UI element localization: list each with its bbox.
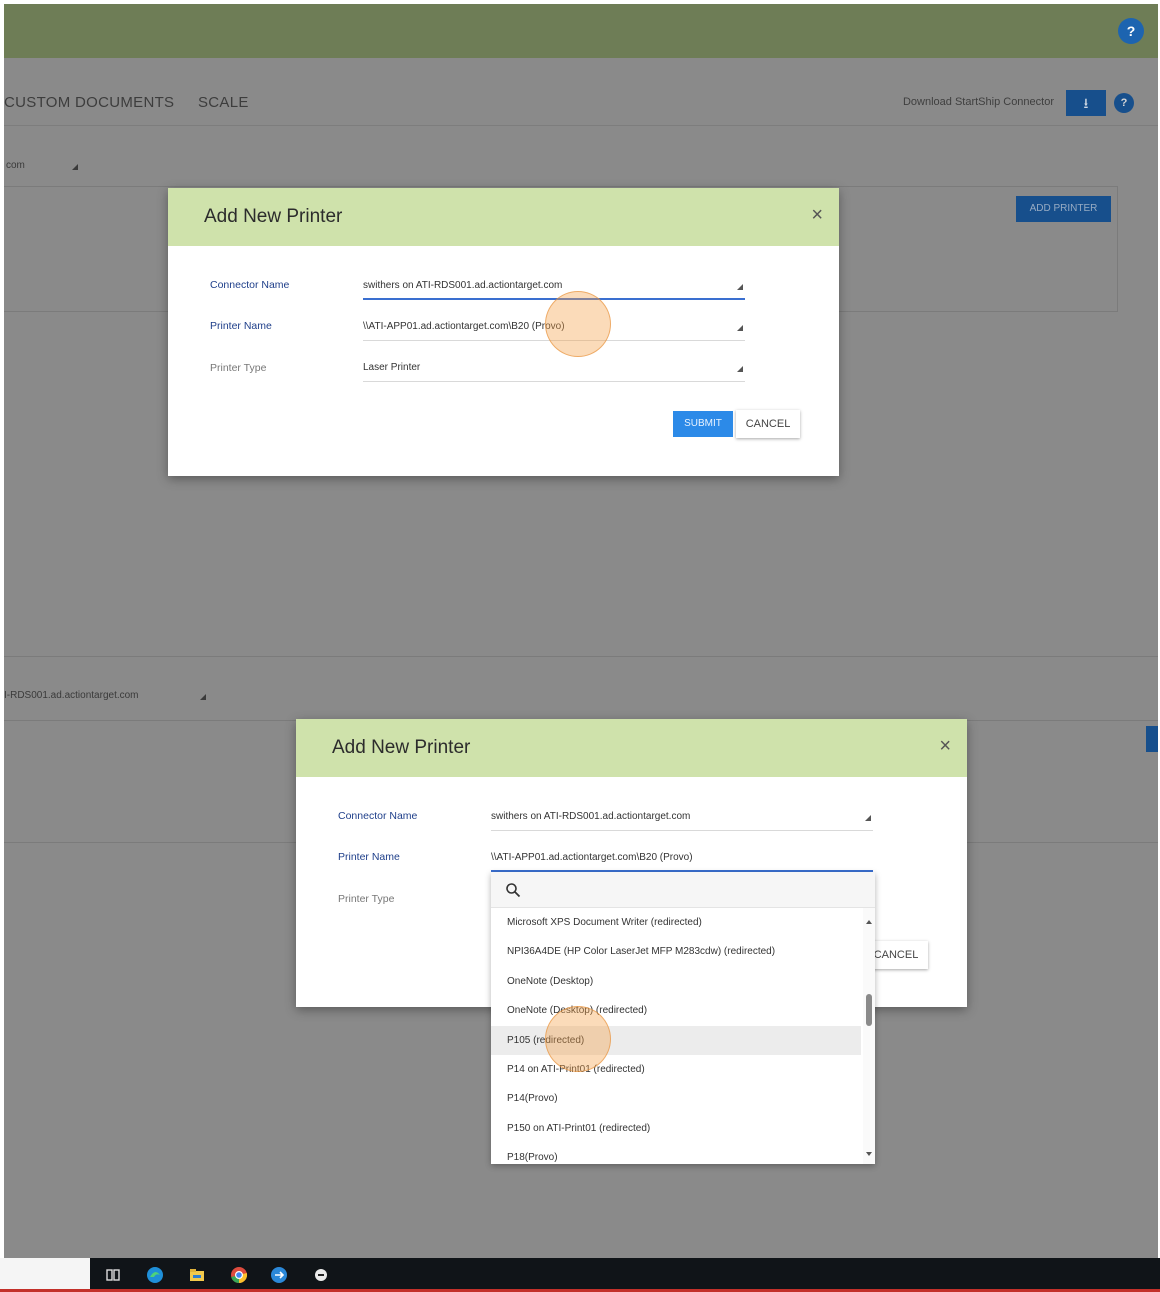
list-item[interactable]: P150 on ATI-Print01 (redirected) <box>491 1114 861 1143</box>
printer-name-select[interactable]: \\ATI-APP01.ad.actiontarget.com\B20 (Pro… <box>491 846 873 872</box>
list-item[interactable]: NPI36A4DE (HP Color LaserJet MFP M283cdw… <box>491 937 861 966</box>
chrome-icon[interactable] <box>230 1266 248 1284</box>
list-item[interactable]: OneNote (Desktop) (redirected) <box>491 996 861 1025</box>
chevron-down-icon <box>72 164 78 170</box>
connector-select-top[interactable]: com <box>6 160 25 171</box>
connector-name-label: Connector Name <box>338 810 418 822</box>
connector-name-value: swithers on ATI-RDS001.ad.actiontarget.c… <box>491 811 691 822</box>
download-icon[interactable]: ⭳ <box>1066 90 1106 116</box>
connector-name-label: Connector Name <box>210 279 290 291</box>
dropdown-search[interactable] <box>491 872 875 908</box>
taskbar-search-area[interactable] <box>0 1258 90 1292</box>
list-item[interactable]: OneNote (Desktop) <box>491 967 861 996</box>
submit-button[interactable]: SUBMIT <box>673 411 733 437</box>
tab-bar: CUSTOM DOCUMENTS SCALE Download StartShi… <box>4 66 1158 126</box>
click-highlight <box>545 291 611 357</box>
printer-type-value: Laser Printer <box>363 362 421 373</box>
task-view-icon[interactable] <box>104 1266 122 1284</box>
list-item[interactable]: P18(Provo) <box>491 1143 861 1164</box>
dialog-title: Add New Printer <box>332 737 471 758</box>
list-item[interactable]: Microsoft XPS Document Writer (redirecte… <box>491 908 861 937</box>
chevron-down-icon <box>200 694 206 700</box>
connector-name-select[interactable]: swithers on ATI-RDS001.ad.actiontarget.c… <box>363 274 745 300</box>
app-icon[interactable] <box>312 1266 330 1284</box>
printer-name-label: Printer Name <box>210 320 272 332</box>
connector-select-bottom[interactable]: I-RDS001.ad.actiontarget.com <box>4 690 139 701</box>
chevron-down-icon <box>737 325 743 331</box>
connector-name-value: swithers on ATI-RDS001.ad.actiontarget.c… <box>363 280 563 291</box>
add-printer-dialog: Add New Printer × Connector Name swither… <box>168 188 839 476</box>
scroll-down-icon[interactable] <box>866 1152 872 1156</box>
dialog-header: Add New Printer × <box>296 719 967 777</box>
file-explorer-icon[interactable] <box>188 1266 206 1284</box>
printer-type-select[interactable]: Laser Printer <box>363 356 745 382</box>
dialog-header: Add New Printer × <box>168 188 839 246</box>
printer-type-label: Printer Type <box>210 362 267 374</box>
printer-name-value: \\ATI-APP01.ad.actiontarget.com\B20 (Pro… <box>491 852 693 863</box>
download-connector-link[interactable]: Download StartShip Connector <box>903 96 1054 108</box>
remote-desktop-icon[interactable] <box>270 1266 288 1284</box>
click-highlight <box>545 1006 611 1072</box>
dropdown-scrollbar[interactable] <box>863 908 875 1164</box>
help-icon[interactable]: ? <box>1114 93 1134 113</box>
chevron-down-icon <box>737 366 743 372</box>
search-icon <box>506 883 521 898</box>
tab-custom-documents[interactable]: CUSTOM DOCUMENTS <box>4 94 174 111</box>
close-icon[interactable]: × <box>939 736 951 756</box>
help-icon[interactable]: ? <box>1118 18 1144 44</box>
divider <box>4 656 1158 657</box>
connector-name-select[interactable]: swithers on ATI-RDS001.ad.actiontarget.c… <box>491 805 873 831</box>
screenshot: ? CUSTOM DOCUMENTS SCALE Download StartS… <box>0 0 1160 1292</box>
tab-scale[interactable]: SCALE <box>198 94 249 111</box>
taskbar <box>0 1258 1160 1292</box>
printer-type-label: Printer Type <box>338 893 395 905</box>
chevron-down-icon <box>737 284 743 290</box>
printer-name-label: Printer Name <box>338 851 400 863</box>
list-item[interactable]: P14 on ATI-Print01 (redirected) <box>491 1055 861 1084</box>
add-printer-button[interactable] <box>1146 726 1158 752</box>
top-bar: ? <box>4 4 1158 58</box>
printer-name-dropdown[interactable]: Microsoft XPS Document Writer (redirecte… <box>491 872 875 1164</box>
add-printer-button[interactable]: ADD PRINTER <box>1016 196 1111 222</box>
scroll-up-icon[interactable] <box>866 920 872 924</box>
scrollbar-thumb[interactable] <box>866 994 872 1026</box>
dialog-title: Add New Printer <box>204 206 343 227</box>
cancel-button[interactable]: CANCEL <box>736 410 800 438</box>
edge-icon[interactable] <box>146 1266 164 1284</box>
close-icon[interactable]: × <box>811 205 823 225</box>
chevron-down-icon <box>865 815 871 821</box>
printer-name-value: \\ATI-APP01.ad.actiontarget.com\B20 (Pro… <box>363 321 565 332</box>
list-item[interactable]: P14(Provo) <box>491 1084 861 1113</box>
